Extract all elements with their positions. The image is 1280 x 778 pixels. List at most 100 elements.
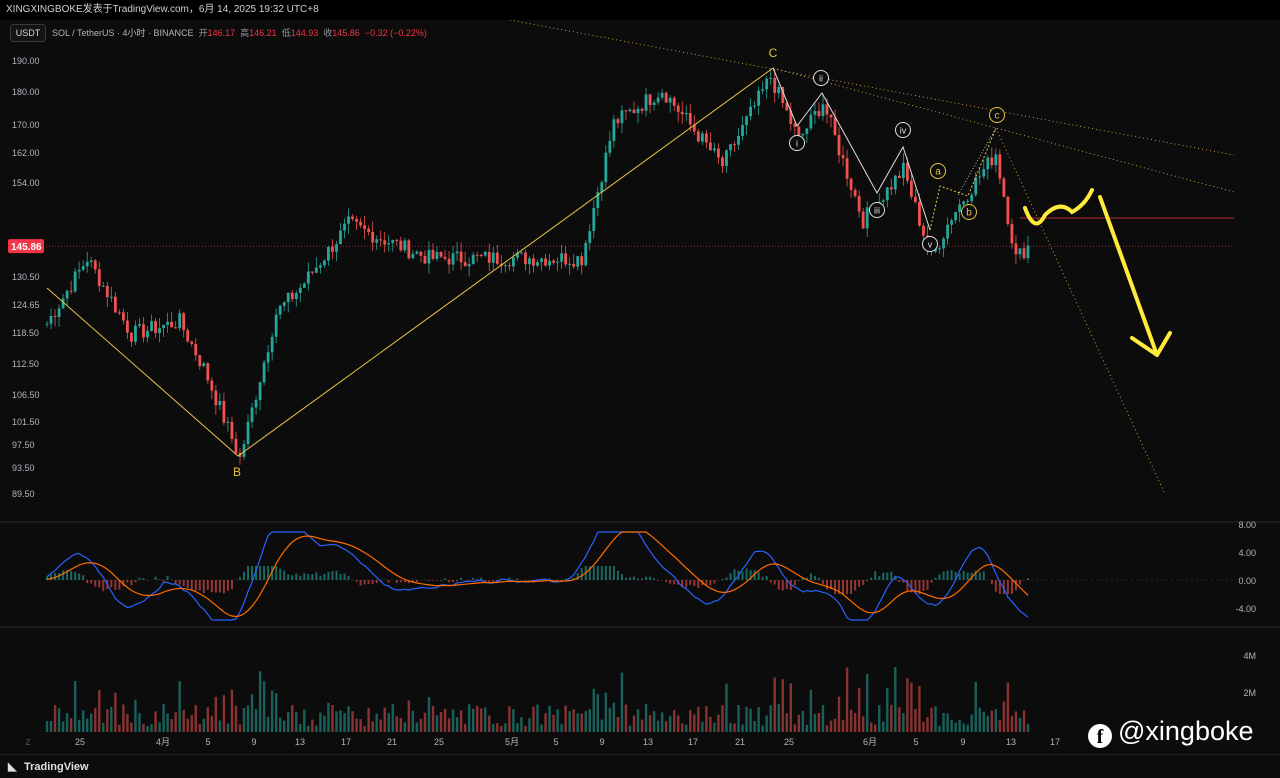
candle-body (407, 240, 411, 259)
candle-body (717, 148, 720, 158)
macd-histogram-bar (114, 580, 117, 590)
volume-bar (73, 680, 77, 732)
chart-svg[interactable]: BCiiiiiiivvabc 190.00180.00170.00162.001… (0, 20, 1280, 754)
candle-body (576, 256, 580, 267)
candle-body (540, 258, 543, 262)
volume-bar (604, 692, 608, 732)
candle-body (652, 102, 656, 105)
volume-bar (1018, 717, 1022, 732)
macd-histogram-bar (339, 574, 342, 580)
candle-body (833, 117, 837, 135)
wave-annotations: BCiiiiiiivvabc (46, 20, 1235, 495)
macd-histogram-bar (335, 570, 338, 580)
open-label: 开 (198, 28, 208, 38)
macd-histogram-bar (524, 580, 527, 581)
volume-bar (717, 714, 720, 732)
candle-body (375, 239, 379, 243)
macd-histogram-bar (399, 580, 402, 583)
macd-histogram-bar (194, 580, 197, 591)
macd-histogram-bar (596, 566, 599, 580)
candle-body (343, 223, 346, 231)
candle-body (89, 260, 93, 262)
volume-bar (584, 711, 587, 732)
macd-histogram-bar (359, 580, 362, 586)
macd-histogram-bar (62, 570, 65, 580)
volume-bar (65, 713, 69, 732)
macd-histogram-bar (210, 580, 213, 593)
volume-tick-label: 2M (1243, 688, 1256, 698)
volume-bar (146, 725, 149, 732)
macd-histogram-bar (516, 578, 519, 580)
volume-bar (512, 709, 515, 732)
volume-bar (182, 709, 185, 732)
volume-bar (303, 709, 306, 732)
candle-body (487, 251, 491, 263)
volume-bar (1026, 723, 1030, 732)
volume-bar (122, 704, 125, 732)
volume-bar (902, 713, 905, 732)
candle-body (210, 380, 214, 391)
volume-bar (234, 705, 238, 732)
volume-bar (138, 713, 141, 732)
candle-body (696, 131, 700, 142)
volume-bar (278, 717, 282, 732)
volume-bar (331, 705, 334, 732)
volume-bar (681, 723, 684, 732)
volume-bar (504, 723, 507, 732)
macd-histogram-bar (854, 580, 857, 591)
macd-histogram-bar (387, 580, 390, 583)
volume-bar (813, 714, 817, 732)
macd-histogram-bar (395, 580, 398, 583)
volume-bar (540, 724, 543, 732)
volume-bar (853, 713, 857, 732)
macd-histogram-bar (898, 580, 901, 583)
volume-bar (809, 689, 813, 732)
macd-histogram-bar (604, 566, 607, 580)
macd-histogram-bar (448, 580, 451, 583)
volume-bar (415, 722, 419, 732)
volume-bar (467, 704, 471, 732)
volume-bar (849, 709, 853, 732)
candle-body (753, 105, 757, 107)
time-tick-label: 5月 (505, 737, 519, 747)
candle-body (45, 323, 49, 325)
macd-tick-label: 8.00 (1238, 520, 1256, 530)
time-tick-label: 17 (688, 737, 698, 747)
candle-body (560, 253, 564, 262)
price-tick-label: 101.50 (12, 417, 40, 427)
candle-body (986, 157, 990, 170)
macd-histogram-bar (641, 578, 644, 580)
volume-bar (250, 694, 254, 732)
macd-histogram-bar (319, 575, 322, 580)
volume-bar (307, 725, 310, 732)
volume-bar (202, 718, 205, 732)
candle-body (829, 114, 833, 118)
currency-button[interactable]: USDT (10, 24, 46, 42)
macd-histogram-bar (592, 566, 595, 580)
volume-bar (170, 719, 173, 732)
volume-bar (194, 705, 197, 732)
tradingview-logo[interactable]: ◣ TradingView (8, 760, 89, 773)
candle-body (371, 232, 375, 243)
chart-panel[interactable]: B Ci ii iii iv v a b c 190.00 180.00 170.00 162.00 1… (0, 20, 1280, 754)
candle-body (837, 134, 841, 156)
macd-histogram-bar (186, 580, 189, 589)
macd-histogram-bar (632, 576, 635, 580)
candle-body (186, 330, 190, 342)
volume-bar (709, 716, 712, 732)
candle-body (146, 330, 149, 338)
volume-bar (488, 715, 491, 732)
candle-body (588, 231, 592, 243)
volume-bar (258, 671, 262, 732)
candle-body (178, 313, 182, 329)
volume-bar (520, 717, 523, 732)
volume-bar (725, 683, 728, 732)
volume-bar (612, 702, 616, 732)
high-label: 高 (240, 28, 250, 38)
macd-histogram-bar (226, 580, 229, 592)
volume-bar (841, 720, 845, 732)
macd-histogram-bar (166, 575, 169, 580)
volume-bar (61, 721, 65, 732)
candle-body (49, 316, 53, 324)
candle-body (65, 290, 69, 299)
